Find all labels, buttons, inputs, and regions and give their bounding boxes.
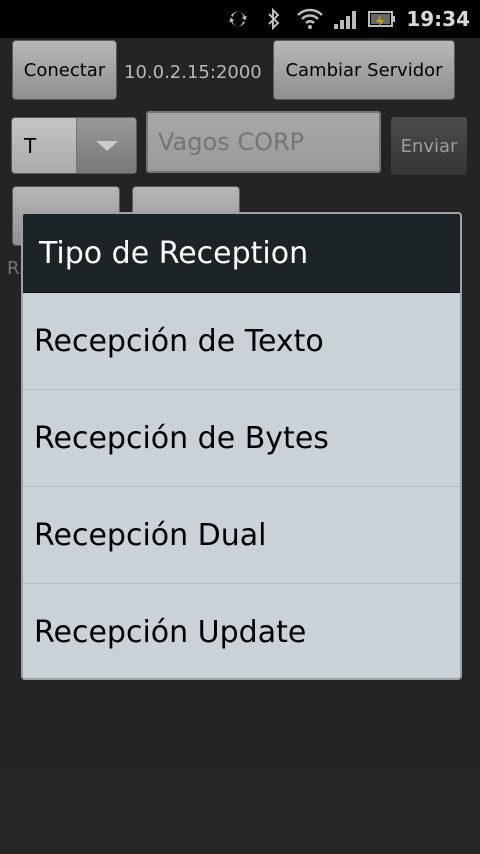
dialog-item-dual-reception[interactable]: Recepción Dual bbox=[23, 487, 460, 584]
dialog-title: Tipo de Reception bbox=[23, 214, 460, 293]
dialog-item-text-reception[interactable]: Recepción de Texto bbox=[23, 293, 460, 390]
reception-type-dialog: Tipo de Reception Recepción de Texto Rec… bbox=[21, 212, 462, 680]
dialog-item-update-reception[interactable]: Recepción Update bbox=[23, 584, 460, 678]
dialog-item-bytes-reception[interactable]: Recepción de Bytes bbox=[23, 390, 460, 487]
